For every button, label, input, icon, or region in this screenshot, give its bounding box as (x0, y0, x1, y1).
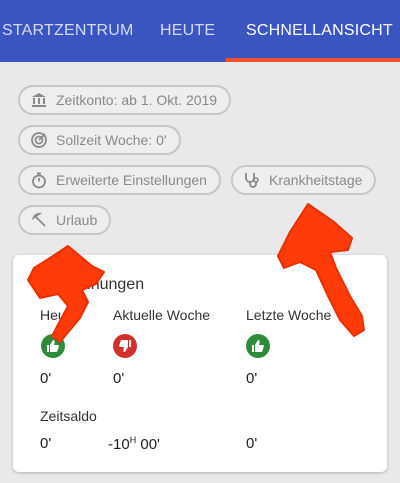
thumbs-up-icon (41, 334, 65, 358)
sollzeit-chip[interactable]: Sollzeit Woche: 0' (18, 125, 181, 155)
column-label-aktuelle-woche: Aktuelle Woche (113, 307, 211, 323)
thumbs-up-icon (246, 334, 270, 358)
bank-icon (32, 93, 46, 107)
urlaub-chip[interactable]: Urlaub (18, 205, 112, 235)
zeitsaldo-aktuelle-woche: -10H 00' (108, 435, 160, 453)
stethoscope-icon (245, 173, 259, 188)
tab-heute[interactable]: HEUTE (160, 0, 215, 62)
thumbs-down-icon (113, 334, 137, 358)
column-label-letzte-woche: Letzte Woche (246, 307, 332, 323)
zeitkonto-chip[interactable]: Zeitkonto: ab 1. Okt. 2019 (18, 85, 232, 115)
tab-startzentrum[interactable]: STARTZENTRUM (2, 0, 134, 62)
zeitsaldo-heute: 0' (40, 435, 52, 452)
value-letzte-woche: 0' (246, 370, 258, 387)
tab-schnellansicht[interactable]: SCHNELLANSICHT (246, 0, 393, 62)
zeitsaldo-label: Zeitsaldo (40, 408, 97, 424)
column-label-heute: Heute (40, 307, 78, 323)
sollzeit-label: Sollzeit Woche: 0' (56, 132, 167, 148)
krankheitstage-label: Krankheitstage (269, 172, 363, 188)
urlaub-label: Urlaub (56, 212, 98, 228)
zeitsaldo-letzte-woche: 0' (246, 435, 258, 452)
zeitkonto-label: Zeitkonto: ab 1. Okt. 2019 (56, 92, 218, 108)
value-aktuelle-woche: 0' (113, 370, 125, 387)
erweiterte-einstellungen-chip[interactable]: Erweiterte Einstellungen (18, 165, 221, 195)
zeitsaldo-week-hours: -10 (108, 436, 130, 453)
active-tab-indicator (226, 58, 400, 62)
card-title: Berechnungen (40, 276, 145, 293)
beach-umbrella-icon (32, 212, 46, 227)
value-heute: 0' (40, 370, 52, 387)
app-bar: STARTZENTRUM HEUTE SCHNELLANSICHT (0, 0, 400, 62)
stopwatch-icon (32, 172, 46, 189)
krankheitstage-chip[interactable]: Krankheitstage (231, 165, 377, 195)
zeitsaldo-week-minutes: 00' (136, 436, 160, 453)
target-icon (31, 132, 47, 148)
erweiterte-einstellungen-label: Erweiterte Einstellungen (56, 172, 207, 188)
